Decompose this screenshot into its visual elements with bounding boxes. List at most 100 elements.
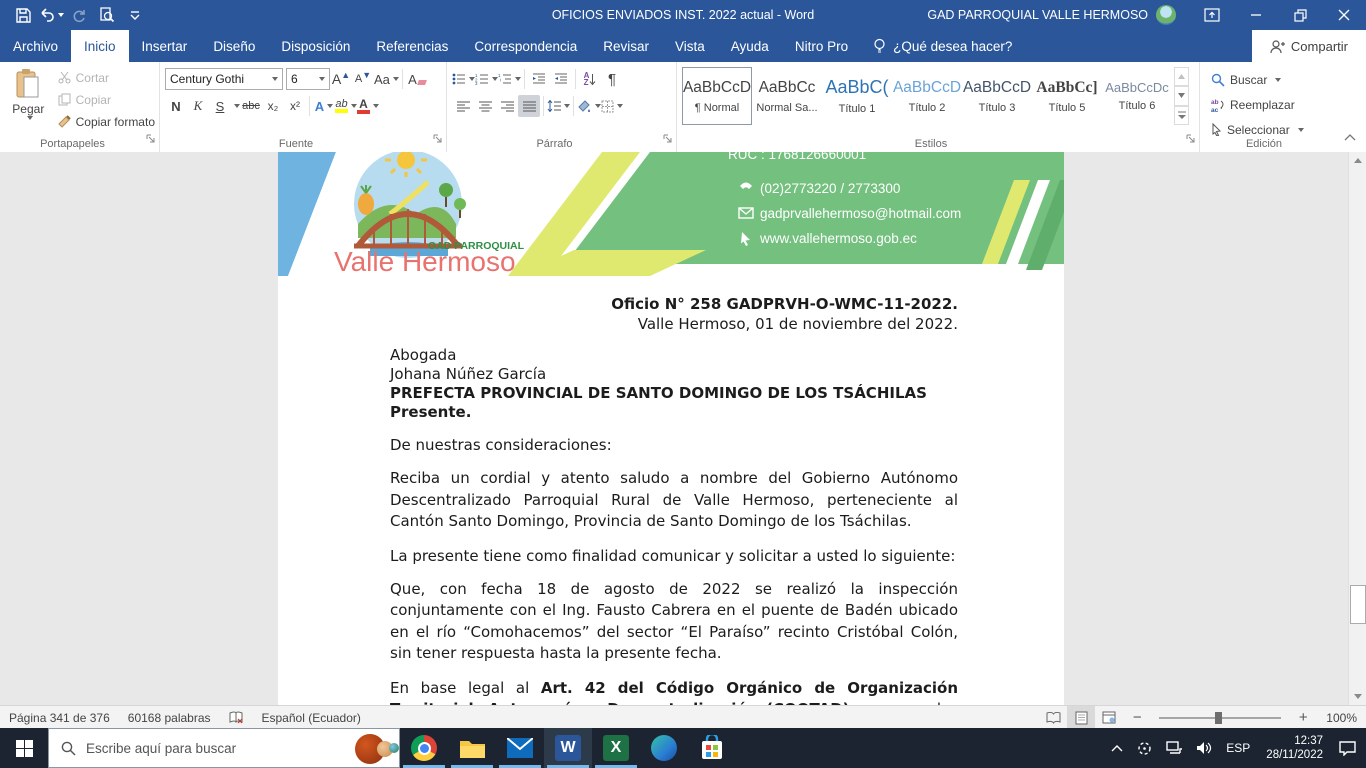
styles-scroll-down[interactable] [1174,86,1189,105]
tray-volume-icon[interactable] [1190,728,1218,768]
account-name[interactable]: GAD PARROQUIAL VALLE HERMOSO [927,8,1148,22]
taskbar-word[interactable]: W [544,728,592,768]
style-titulo-3[interactable]: AaBbCcD Título 3 [962,67,1032,125]
borders-button[interactable] [601,95,623,117]
show-marks-button[interactable]: ¶ [601,68,623,90]
change-case-button[interactable]: Aa [374,68,399,90]
align-left-button[interactable] [452,95,474,117]
tab-diseno[interactable]: Diseño [200,30,268,62]
web-layout-button[interactable] [1095,706,1123,729]
superscript-button[interactable]: x² [284,95,306,117]
font-dialog-launcher[interactable] [433,131,443,149]
cut-button[interactable]: Cortar [58,67,155,88]
taskbar-chrome[interactable] [400,728,448,768]
tray-sync-icon[interactable] [1131,728,1158,768]
style-titulo-6[interactable]: AaBbCcDc Título 6 [1102,67,1172,125]
increase-indent-button[interactable] [550,68,572,90]
scrollbar-thumb[interactable] [1350,585,1366,624]
tab-disposicion[interactable]: Disposición [268,30,363,62]
tab-ayuda[interactable]: Ayuda [718,30,782,62]
vertical-scrollbar[interactable] [1348,152,1366,705]
action-center-button[interactable] [1333,728,1362,768]
tab-correspondencia[interactable]: Correspondencia [461,30,590,62]
scroll-up-button[interactable] [1349,152,1366,169]
ribbon-display-options-button[interactable] [1190,0,1234,30]
font-color-button[interactable]: A [357,95,379,117]
collapse-ribbon-button[interactable] [1344,128,1356,146]
style-titulo-1[interactable]: AaBbC( Título 1 [822,67,892,125]
tab-referencias[interactable]: Referencias [363,30,461,62]
tray-network-icon[interactable] [1160,728,1188,768]
account-avatar[interactable] [1156,5,1176,25]
font-size-combo[interactable]: 6 [286,68,330,90]
strikethrough-button[interactable]: abc [240,95,262,117]
grow-font-button[interactable]: A▲ [330,68,352,90]
bold-button[interactable]: N [165,95,187,117]
subscript-button[interactable]: x₂ [262,95,284,117]
taskbar-excel[interactable]: X [592,728,640,768]
format-painter-button[interactable]: Copiar formato [58,111,155,132]
find-button[interactable]: Buscar [1211,69,1324,90]
taskbar-search-input[interactable]: Escribe aquí para buscar [48,728,400,768]
taskbar-mail[interactable] [496,728,544,768]
tab-nitro-pro[interactable]: Nitro Pro [782,30,861,62]
style-titulo-5[interactable]: AaBbCc] Título 5 [1032,67,1102,125]
document-text[interactable]: Oficio N° 258 GADPRVH-O-WMC-11-2022. Val… [390,294,958,705]
tray-show-hidden-icons[interactable] [1105,728,1129,768]
tray-clock[interactable]: 12:37 28/11/2022 [1258,734,1331,762]
zoom-in-button[interactable]: + [1289,706,1317,729]
clear-formatting-button[interactable]: A [406,68,428,90]
shrink-font-button[interactable]: A▼ [352,68,374,90]
justify-button[interactable] [518,95,540,117]
align-right-button[interactable] [496,95,518,117]
page-indicator[interactable]: Página 341 de 376 [0,706,119,729]
document-page[interactable]: GAD PARROQUIAL Valle Hermoso RUC : 17681… [278,152,1064,705]
bullets-button[interactable] [452,68,475,90]
multilevel-list-button[interactable]: 1i [498,68,521,90]
paste-dropdown[interactable] [27,116,33,120]
print-preview-button[interactable] [94,2,120,28]
close-button[interactable] [1322,0,1366,30]
sort-button[interactable]: A Z [579,68,601,90]
save-icon[interactable] [10,2,36,28]
zoom-slider-handle[interactable] [1215,712,1222,724]
italic-button[interactable]: K [187,95,209,117]
highlight-color-button[interactable]: ab [335,95,357,117]
paragraph-dialog-launcher[interactable] [663,131,673,149]
underline-button[interactable]: S [209,95,231,117]
styles-gallery-more[interactable] [1174,106,1189,125]
zoom-out-button[interactable]: − [1123,706,1151,729]
tray-language[interactable]: ESP [1220,728,1256,768]
align-center-button[interactable] [474,95,496,117]
text-effects-button[interactable]: A [313,95,335,117]
scroll-down-button[interactable] [1349,688,1366,705]
word-count[interactable]: 60168 palabras [119,706,220,729]
restore-button[interactable] [1278,0,1322,30]
decrease-indent-button[interactable] [528,68,550,90]
redo-button[interactable] [66,2,92,28]
line-spacing-button[interactable] [547,95,570,117]
font-family-combo[interactable]: Century Gothi [165,68,283,90]
zoom-slider[interactable] [1159,717,1281,719]
tab-inicio[interactable]: Inicio [71,30,129,62]
styles-dialog-launcher[interactable] [1186,131,1196,149]
taskbar-edge[interactable] [640,728,688,768]
print-layout-button[interactable] [1067,706,1095,729]
customize-qat-button[interactable] [122,2,148,28]
taskbar-store[interactable] [688,728,736,768]
tell-me-box[interactable]: ¿Qué desea hacer? [861,30,1024,62]
tab-archivo[interactable]: Archivo [0,30,71,62]
clipboard-dialog-launcher[interactable] [146,131,156,149]
style-normal-sa[interactable]: AaBbCc Normal Sa... [752,67,822,125]
zoom-level[interactable]: 100% [1317,706,1366,729]
minimize-button[interactable] [1234,0,1278,30]
tab-revisar[interactable]: Revisar [590,30,662,62]
read-mode-button[interactable] [1039,706,1067,729]
share-button[interactable]: Compartir [1252,30,1366,62]
copy-button[interactable]: Copiar [58,89,155,110]
undo-button[interactable] [38,2,64,28]
replace-button[interactable]: abac Reemplazar [1211,94,1324,115]
proofing-status[interactable] [220,706,253,729]
select-button[interactable]: Seleccionar [1211,119,1324,140]
taskbar-file-explorer[interactable] [448,728,496,768]
